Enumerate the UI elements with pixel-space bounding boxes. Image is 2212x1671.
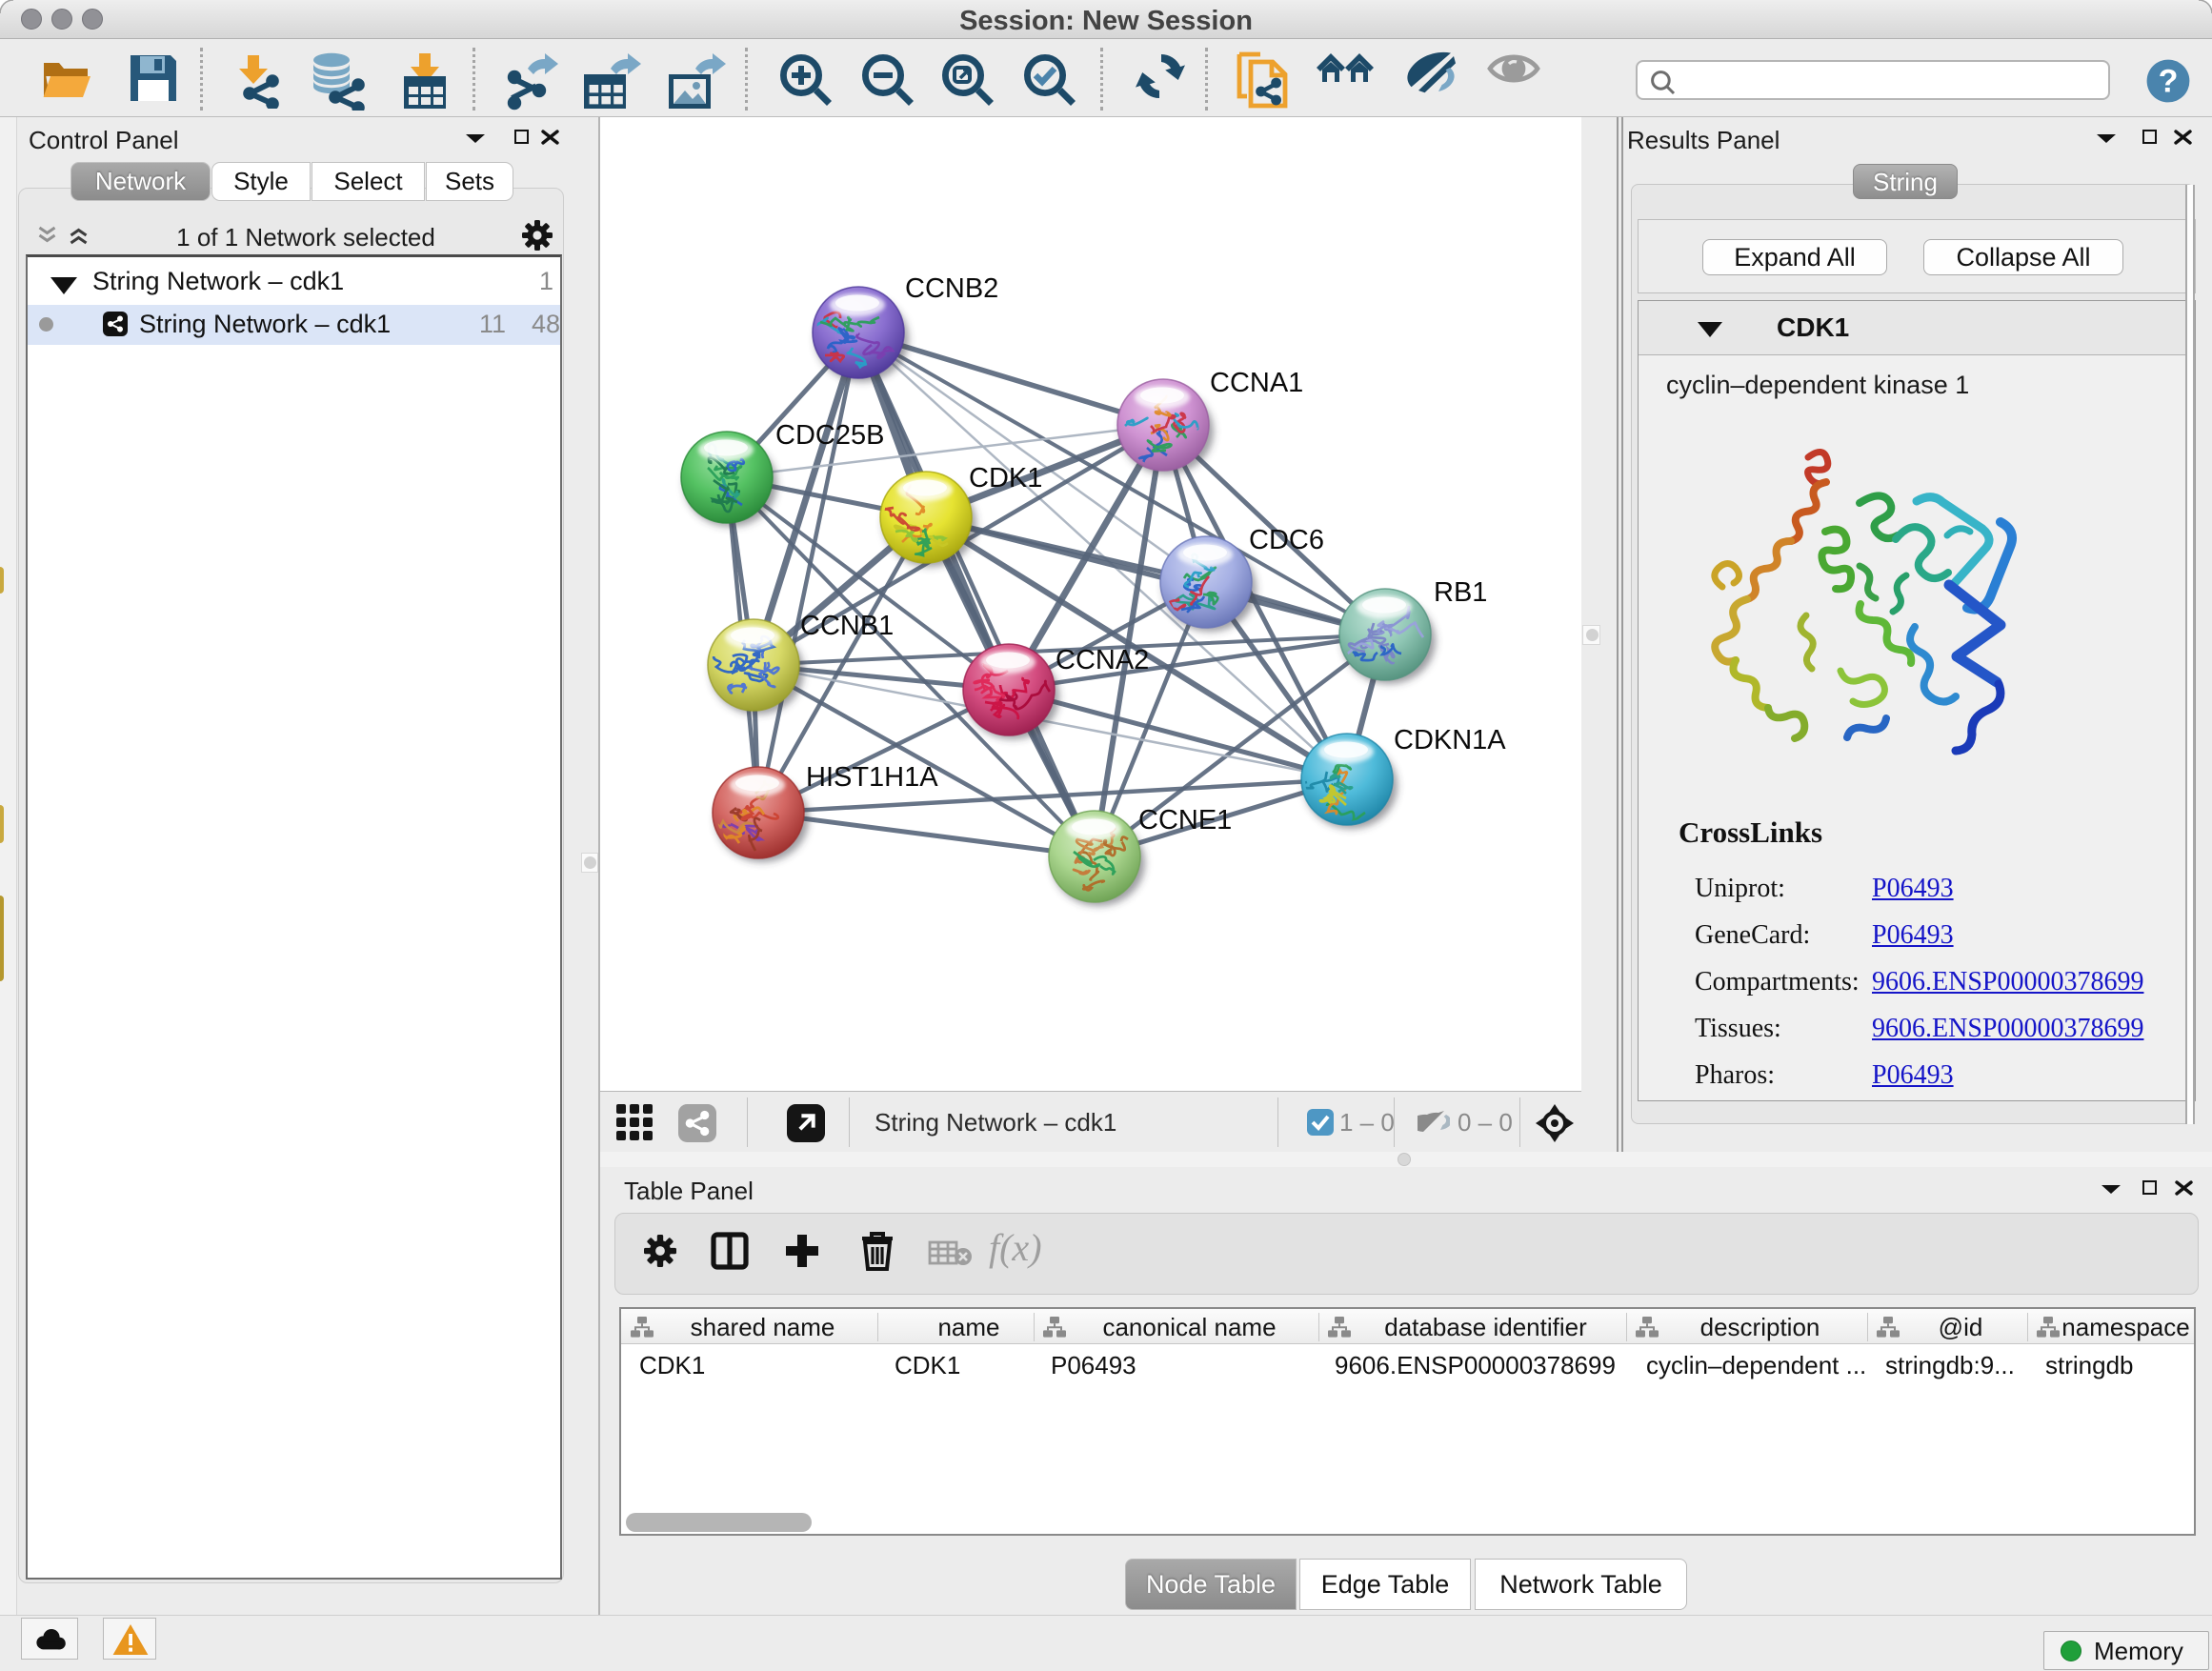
svg-text:RB1: RB1: [1434, 577, 1487, 608]
svg-text:?: ?: [2159, 64, 2179, 100]
svg-text:CDC25B: CDC25B: [775, 420, 884, 451]
svg-text:CCNA1: CCNA1: [1210, 368, 1303, 398]
svg-text:CCNE1: CCNE1: [1138, 805, 1232, 836]
svg-text:CCNB2: CCNB2: [905, 273, 998, 304]
svg-text:CCNB1: CCNB1: [800, 611, 894, 641]
svg-text:HIST1H1A: HIST1H1A: [806, 762, 938, 793]
svg-text:CDKN1A: CDKN1A: [1394, 725, 1506, 755]
svg-text:CDC6: CDC6: [1249, 525, 1324, 555]
svg-text:CDK1: CDK1: [969, 463, 1042, 493]
svg-text:CCNA2: CCNA2: [1056, 645, 1149, 675]
